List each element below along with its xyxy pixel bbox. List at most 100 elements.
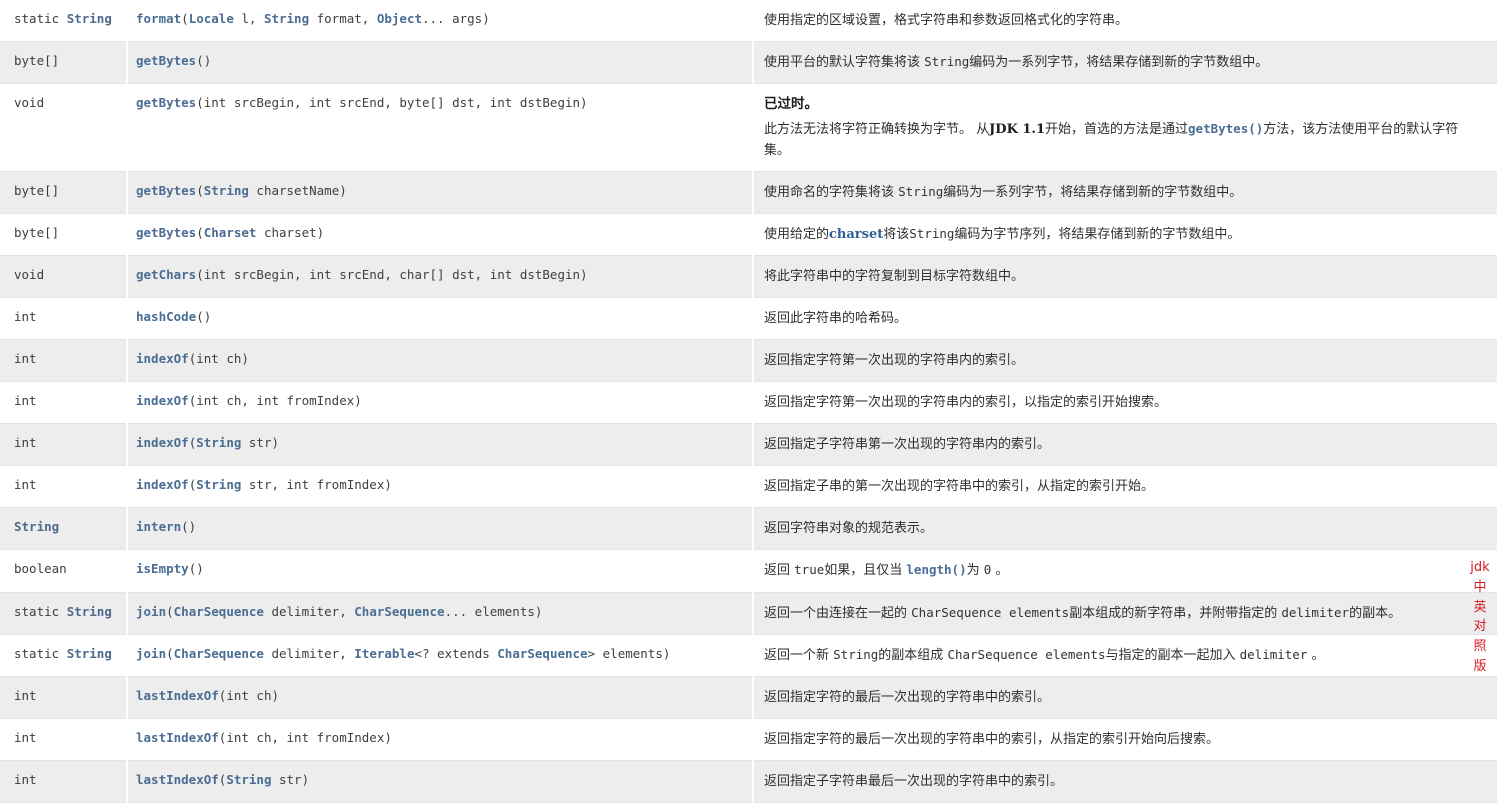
param-type-link[interactable]: Object <box>377 11 422 26</box>
table-row: static String format(Locale l, String for… <box>0 0 1497 42</box>
method-return-type: byte[] <box>14 53 59 68</box>
method-description: 返回一个由连接在一起的 CharSequence elements副本组成的新字… <box>764 603 1467 624</box>
method-name-link[interactable]: format <box>136 11 181 26</box>
method-description: 返回指定子字符串第一次出现的字符串内的索引。 <box>764 434 1467 455</box>
inline-code: String <box>909 226 955 242</box>
description-text: 返回指定字符第一次出现的字符串内的索引，以指定的索引开始搜索。 <box>764 395 1168 411</box>
method-signature-cell: indexOf(int ch, int fromIndex) <box>127 381 754 424</box>
description-text: 将此字符串中的字符复制到目标字符数组中。 <box>764 269 1025 285</box>
table-row: int lastIndexOf(String str) 返回指定子字符串最后一次出现… <box>0 760 1497 803</box>
method-name-link[interactable]: join <box>136 604 166 619</box>
method-signature-cell: isEmpty() <box>127 549 754 593</box>
method-signature: indexOf(String str, int fromIndex) <box>136 477 392 492</box>
inline-code: CharSequence elements <box>947 646 1106 662</box>
method-name-link[interactable]: getBytes <box>136 183 196 198</box>
return-type-name: byte[] <box>14 225 60 241</box>
return-type-name: int <box>14 729 37 745</box>
param-type-link[interactable]: CharSequence <box>497 646 587 661</box>
param-type-link[interactable]: Locale <box>189 11 234 26</box>
method-description-cell: 返回一个由连接在一起的 CharSequence elements副本组成的新字… <box>753 592 1497 634</box>
param-type-link[interactable]: Iterable <box>354 646 414 661</box>
method-signature-cell: format(Locale l, String format, Object..… <box>127 0 754 42</box>
inline-code: String <box>898 184 944 200</box>
param-type-link[interactable]: String <box>204 183 249 198</box>
param-type-link[interactable]: String <box>264 11 309 26</box>
param-type-link[interactable]: String <box>196 435 241 450</box>
signature-text: delimiter, <box>263 645 355 661</box>
method-signature-cell: join(CharSequence delimiter, CharSequenc… <box>127 592 754 635</box>
signature-text: () <box>196 309 212 325</box>
method-signature-cell: lastIndexOf(int ch) <box>127 676 754 719</box>
description-text: 此方法无法将字符正确转换为字节。 从 <box>764 121 990 137</box>
method-return-type: static String <box>14 604 112 619</box>
method-name-link[interactable]: intern <box>136 519 181 534</box>
method-signature-cell: intern() <box>127 507 754 550</box>
method-return-type: String <box>14 519 59 534</box>
description-text: 返回指定字符第一次出现的字符串内的索引。 <box>764 353 1025 369</box>
signature-text: str) <box>241 435 280 451</box>
method-return-type-cell: void <box>0 83 128 172</box>
param-type-link[interactable]: CharSequence <box>174 646 264 661</box>
description-text: 编码为一系列字节，将结果存储到新的字节数组中。 <box>943 185 1243 201</box>
inline-code-link[interactable]: length() <box>906 562 966 577</box>
method-return-type: int <box>14 393 37 408</box>
inline-code: String <box>833 646 879 662</box>
method-name-link[interactable]: lastIndexOf <box>136 730 219 745</box>
method-signature: getChars(int srcBegin, int srcEnd, char[… <box>136 267 588 282</box>
static-modifier: static <box>14 645 67 661</box>
method-name-link[interactable]: getBytes <box>136 225 196 240</box>
description-text: 返回指定字符的最后一次出现的字符串中的索引。 <box>764 689 1051 705</box>
signature-text: (int srcBegin, int srcEnd, char[] dst, i… <box>196 267 588 283</box>
return-type-name: boolean <box>14 561 67 577</box>
return-type-name: int <box>14 393 37 409</box>
method-return-type-cell: int <box>0 297 128 340</box>
method-name-link[interactable]: getBytes <box>136 53 196 68</box>
description-text: 返回指定子串的第一次出现的字符串中的索引，从指定的索引开始。 <box>764 479 1155 495</box>
signature-text: format, <box>309 11 377 26</box>
param-type-link[interactable]: String <box>196 477 241 492</box>
method-name-link[interactable]: getChars <box>136 267 196 282</box>
method-return-type: int <box>14 477 37 492</box>
method-description: 返回 true如果，且仅当 length()为 0 。 <box>764 560 1467 581</box>
param-type-link[interactable]: Charset <box>204 225 257 240</box>
method-name-link[interactable]: indexOf <box>136 351 189 366</box>
param-type-link[interactable]: CharSequence <box>354 604 444 619</box>
return-type-link[interactable]: String <box>67 646 112 661</box>
table-row: static String join(CharSequence delimiter… <box>0 592 1497 635</box>
method-return-type: void <box>14 95 44 110</box>
method-name-link[interactable]: indexOf <box>136 393 189 408</box>
charset-link[interactable]: charset <box>829 227 883 242</box>
method-return-type-cell: static String <box>0 0 128 42</box>
return-type-link[interactable]: String <box>14 519 59 534</box>
method-return-type: static String <box>14 11 112 26</box>
table-row: boolean isEmpty() 返回 true如果，且仅当 length()为 … <box>0 549 1497 593</box>
method-name-link[interactable]: isEmpty <box>136 561 189 576</box>
method-description: 返回指定子串的第一次出现的字符串中的索引，从指定的索引开始。 <box>764 476 1467 497</box>
method-description-cell: 将此字符串中的字符复制到目标字符数组中。 <box>753 256 1497 298</box>
method-name-link[interactable]: indexOf <box>136 435 189 450</box>
method-description: 已过时。 此方法无法将字符正确转换为字节。 从JDK 1.1开始，首选的方法是通过… <box>764 94 1467 161</box>
description-text: 返回指定子字符串第一次出现的字符串内的索引。 <box>764 437 1051 453</box>
param-type-link[interactable]: String <box>226 772 271 787</box>
static-modifier: static <box>14 11 67 26</box>
method-return-type: int <box>14 688 37 703</box>
inline-code-link[interactable]: getBytes() <box>1188 121 1263 136</box>
inline-code: CharSequence elements <box>911 604 1070 620</box>
method-name-link[interactable]: lastIndexOf <box>136 772 219 787</box>
method-name-link[interactable]: lastIndexOf <box>136 688 219 703</box>
method-description-cell: 返回指定子字符串第一次出现的字符串内的索引。 <box>753 424 1497 466</box>
method-name-link[interactable]: join <box>136 646 166 661</box>
method-table-body: static String format(Locale l, String for… <box>0 0 1497 803</box>
signature-text: str, int fromIndex) <box>241 477 392 493</box>
table-row: int indexOf(int ch, int fromIndex) 返回指定字符第… <box>0 381 1497 424</box>
param-type-link[interactable]: CharSequence <box>174 604 264 619</box>
method-name-link[interactable]: getBytes <box>136 95 196 110</box>
table-row: int indexOf(String str) 返回指定子字符串第一次出现的字符串内… <box>0 423 1497 466</box>
description-text: 。 <box>991 563 1009 579</box>
description-text: 使用命名的字符集将该 <box>764 185 899 201</box>
method-name-link[interactable]: indexOf <box>136 477 189 492</box>
return-type-link[interactable]: String <box>67 604 112 619</box>
method-name-link[interactable]: hashCode <box>136 309 196 324</box>
method-signature-cell: indexOf(String str, int fromIndex) <box>127 465 754 508</box>
return-type-link[interactable]: String <box>67 11 112 26</box>
